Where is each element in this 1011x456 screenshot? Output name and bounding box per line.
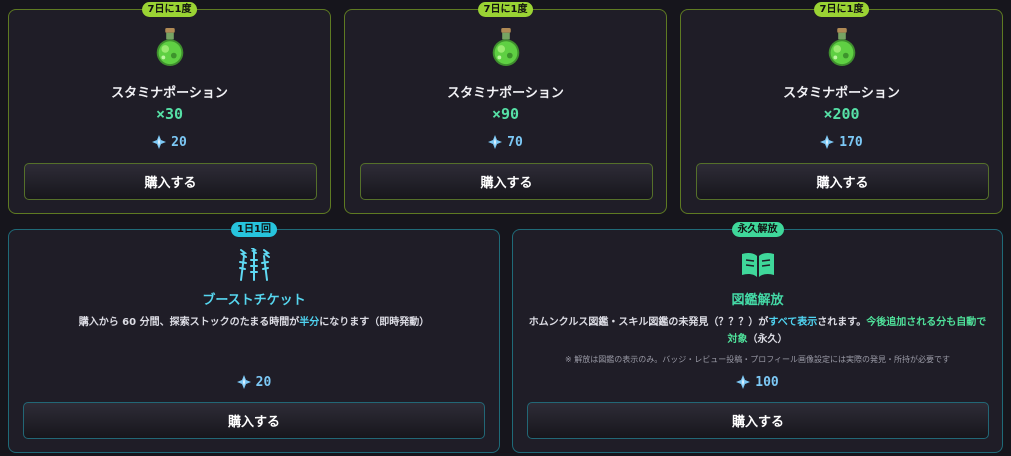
weekly-limit-badge: 7日に1度 [477, 2, 534, 17]
weekly-limit-badge: 7日に1度 [141, 2, 198, 17]
item-name: スタミナポーション [447, 86, 564, 101]
buy-button[interactable]: 購入する [696, 163, 989, 200]
price-value: 170 [839, 135, 863, 150]
potion-icon [487, 26, 525, 72]
boost-ticket-card: 1日1回 ブーストチケット 購入から 60 分間、探索ストックのたまる時間が半分… [8, 222, 500, 453]
gem-icon [488, 135, 502, 153]
item-description: ホムンクルス図鑑・スキル図鑑の未発見（？？？）がすべて表示されます。今後追加され… [525, 314, 990, 348]
stamina-potion-card-90: 7日に1度 スタミナポーション ×90 70 購入する [344, 2, 667, 214]
buy-button[interactable]: 購入する [24, 163, 317, 200]
potion-icon [823, 26, 861, 72]
item-price: 100 [513, 375, 1002, 393]
desc-text: 購入から 60 分間、探索ストックのたまる時間が [78, 317, 300, 328]
gem-icon [736, 375, 750, 393]
item-name: スタミナポーション [111, 86, 228, 101]
item-name: ブーストチケット [202, 293, 306, 308]
gem-icon [152, 135, 166, 153]
price-value: 20 [171, 135, 187, 150]
potion-icon [151, 26, 189, 72]
item-price: 20 [9, 375, 499, 393]
item-price: 70 [345, 135, 666, 153]
lightning-rods-icon [236, 247, 272, 286]
unlock-note: ※ 解放は図鑑の表示のみ。バッジ・レビュー投稿・プロフィール画像設定には実際の発… [564, 355, 951, 364]
price-value: 70 [507, 135, 523, 150]
item-quantity: ×30 [155, 105, 184, 123]
item-name: 図鑑解放 [731, 293, 784, 308]
weekly-limit-badge: 7日に1度 [813, 2, 870, 17]
item-description: 購入から 60 分間、探索ストックのたまる時間が半分になります（即時発動） [21, 314, 487, 331]
daily-limit-badge: 1日1回 [231, 222, 277, 237]
item-price: 20 [9, 135, 330, 153]
desc-text: になります（即時発動） [319, 317, 430, 328]
desc-highlight: すべて表示 [768, 317, 818, 328]
price-value: 20 [255, 375, 272, 390]
buy-button[interactable]: 購入する [360, 163, 653, 200]
stamina-potion-card-30: 7日に1度 スタミナポーション ×30 20 購入する [8, 2, 331, 214]
permanent-unlock-badge: 永久解放 [731, 222, 784, 237]
gem-icon [820, 135, 834, 153]
desc-text: されます。 [817, 317, 867, 328]
gem-icon [237, 375, 251, 393]
desc-text: ホムンクルス図鑑・スキル図鑑の未発見（？？？）が [528, 317, 769, 328]
zukan-unlock-card: 永久解放 図鑑解放 ホムンクルス図鑑・スキル図鑑の未発見（？？？）がすべて表示さ… [512, 222, 1003, 453]
buy-button[interactable]: 購入する [23, 402, 485, 439]
item-price: 170 [681, 135, 1002, 153]
desc-text: （永久） [747, 334, 788, 345]
item-quantity: ×200 [823, 105, 860, 123]
stamina-potion-card-200: 7日に1度 スタミナポーション ×200 170 購入する [680, 2, 1003, 214]
desc-highlight: 半分 [299, 317, 320, 328]
item-name: スタミナポーション [783, 86, 900, 101]
item-quantity: ×90 [491, 105, 520, 123]
price-value: 100 [755, 375, 779, 390]
buy-button[interactable]: 購入する [527, 402, 989, 439]
open-book-icon [740, 250, 776, 282]
